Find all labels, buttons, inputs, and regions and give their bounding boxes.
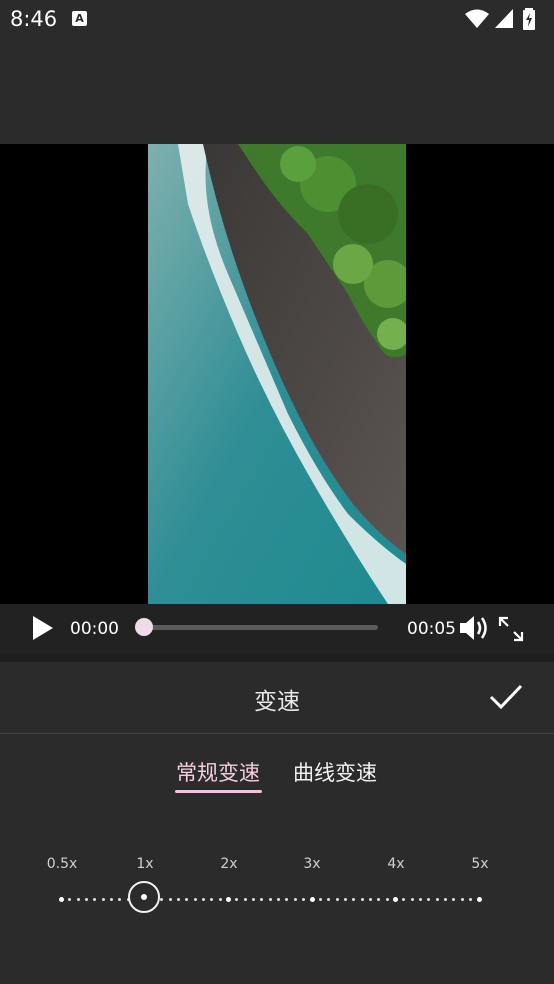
speed-minor-tick [209, 897, 213, 901]
speed-minor-tick [92, 897, 96, 901]
speed-label-4x: 4x [387, 856, 405, 872]
speed-minor-tick [293, 897, 297, 901]
tab-curve-speed[interactable]: 曲线变速 [293, 757, 377, 787]
speed-minor-tick [184, 897, 188, 901]
speed-minor-tick [318, 897, 322, 901]
speed-major-tick [225, 896, 231, 902]
speed-minor-tick [259, 897, 263, 901]
panel-divider [0, 733, 554, 734]
play-icon[interactable] [30, 614, 56, 642]
speed-panel: 变速 常规变速 曲线变速 0.5x 1x 2x 3x 4x 5x [0, 662, 554, 984]
panel-title: 变速 [254, 689, 300, 715]
speed-minor-tick [193, 897, 197, 901]
speed-label-0-5x: 0.5x [46, 856, 78, 872]
battery-charging-icon [523, 8, 535, 30]
speed-minor-tick [326, 897, 330, 901]
speed-label-5x: 5x [471, 856, 489, 872]
volume-icon[interactable] [458, 613, 492, 643]
speed-minor-tick [410, 897, 414, 901]
speed-minor-tick [451, 897, 455, 901]
speed-minor-tick [426, 897, 430, 901]
video-preview[interactable] [0, 144, 554, 604]
speed-minor-tick [201, 897, 205, 901]
speed-major-tick [476, 896, 482, 902]
speed-minor-tick [268, 897, 272, 901]
speed-major-tick [392, 896, 398, 902]
speed-minor-tick [401, 897, 405, 901]
speed-minor-tick [117, 897, 121, 901]
total-time: 00:05 [407, 619, 456, 639]
top-spacer [0, 38, 554, 144]
speed-minor-tick [109, 897, 113, 901]
speed-minor-tick [251, 897, 255, 901]
speed-minor-tick [385, 897, 389, 901]
speed-minor-tick [218, 897, 222, 901]
speed-minor-tick [351, 897, 355, 901]
speed-minor-tick [84, 897, 88, 901]
speed-label-3x: 3x [303, 856, 321, 872]
speed-slider-handle[interactable] [128, 881, 160, 913]
video-thumbnail-coastline [148, 144, 406, 604]
progress-track[interactable] [140, 625, 378, 630]
signal-icon [495, 9, 513, 28]
notification-app-icon: A [72, 11, 87, 26]
speed-label-2x: 2x [220, 856, 238, 872]
speed-minor-tick [418, 897, 422, 901]
speed-minor-tick [343, 897, 347, 901]
speed-major-tick [58, 896, 64, 902]
speed-label-1x: 1x [136, 856, 154, 872]
speed-minor-tick [460, 897, 464, 901]
slider-handle-dot [141, 894, 147, 900]
wifi-icon [465, 9, 489, 28]
speed-minor-tick [360, 897, 364, 901]
speed-minor-tick [234, 897, 238, 901]
speed-minor-tick [243, 897, 247, 901]
status-time: 8:46 [10, 7, 58, 31]
speed-minor-tick [168, 897, 172, 901]
speed-minor-tick [435, 897, 439, 901]
playback-controls: 00:00 00:05 [0, 604, 554, 654]
check-icon[interactable] [488, 682, 524, 712]
status-icons [464, 8, 544, 30]
speed-minor-tick [443, 897, 447, 901]
speed-minor-tick [301, 897, 305, 901]
speed-minor-tick [284, 897, 288, 901]
speed-minor-tick [368, 897, 372, 901]
speed-minor-tick [76, 897, 80, 901]
speed-major-tick [309, 896, 315, 902]
status-bar: 8:46 A [0, 0, 554, 38]
speed-minor-tick [276, 897, 280, 901]
current-time: 00:00 [70, 619, 119, 639]
speed-minor-tick [176, 897, 180, 901]
fullscreen-icon[interactable] [497, 615, 525, 643]
tab-normal-speed[interactable]: 常规变速 [176, 757, 260, 787]
tab-underline [175, 790, 262, 793]
section-gap [0, 654, 554, 662]
video-frame [148, 144, 406, 604]
speed-minor-tick [376, 897, 380, 901]
progress-knob[interactable] [135, 618, 153, 636]
speed-minor-tick [101, 897, 105, 901]
speed-minor-tick [468, 897, 472, 901]
speed-minor-tick [67, 897, 71, 901]
speed-minor-tick [335, 897, 339, 901]
